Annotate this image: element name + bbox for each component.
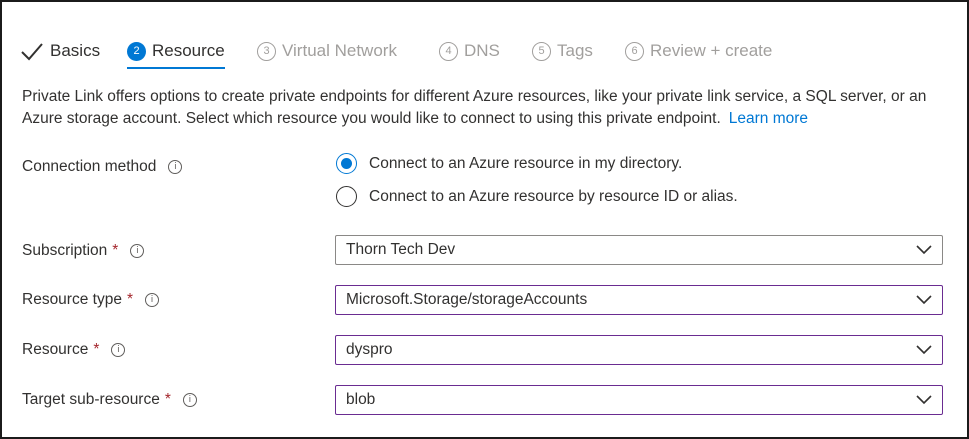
step-number-badge: 6 [625,41,644,61]
resource-value: dyspro [346,341,393,358]
tab-review-create[interactable]: 6 Review + create [625,34,772,68]
checkmark-icon [21,43,43,61]
step-number-badge: 4 [439,41,458,61]
tab-virtual-network-label: Virtual Network [282,41,397,60]
tab-resource-label: Resource [152,41,225,60]
step-number-badge: 2 [127,41,146,61]
radio-option-label: Connect to an Azure resource in my direc… [369,154,683,172]
description-text: Private Link offers options to create pr… [22,86,952,130]
tab-resource[interactable]: 2 Resource [127,34,225,68]
radio-option-resource-id[interactable]: Connect to an Azure resource by resource… [336,186,738,207]
chevron-down-icon [916,345,932,355]
step-number-badge: 3 [257,41,276,61]
learn-more-link[interactable]: Learn more [729,110,808,127]
radio-button-unchecked[interactable] [336,186,357,207]
subscription-label: Subscription * i [22,242,145,260]
subscription-label-text: Subscription [22,242,108,259]
required-marker: * [93,341,100,358]
info-icon[interactable]: i [111,343,126,357]
step-number-badge: 5 [532,41,551,61]
required-marker: * [126,291,133,308]
required-marker: * [164,391,171,408]
target-sub-resource-select[interactable]: blob [335,385,943,415]
resource-select[interactable]: dyspro [335,335,943,365]
resource-type-value: Microsoft.Storage/storageAccounts [346,291,588,308]
required-marker: * [112,242,119,259]
resource-type-label-text: Resource type [22,291,122,308]
info-icon[interactable]: i [130,244,145,258]
subscription-value: Thorn Tech Dev [346,241,456,258]
tab-virtual-network[interactable]: 3 Virtual Network [257,34,397,68]
info-icon[interactable]: i [145,293,159,307]
tab-basics-label: Basics [50,41,101,60]
resource-label: Resource * i [22,341,126,359]
connection-method-label-text: Connection method [22,158,157,175]
info-icon[interactable]: i [182,393,197,407]
radio-button-checked[interactable] [336,153,357,174]
window-frame: Basics 2 Resource 3 Virtual Network 4 DN… [0,0,969,439]
active-tab-indicator [127,67,225,69]
tab-tags[interactable]: 5 Tags [532,34,593,68]
resource-label-text: Resource [22,341,89,358]
target-sub-resource-label: Target sub-resource * i [22,391,197,409]
tab-dns[interactable]: 4 DNS [439,34,500,68]
subscription-select[interactable]: Thorn Tech Dev [335,235,943,265]
target-sub-resource-value: blob [346,391,376,408]
tab-tags-label: Tags [557,41,593,60]
wizard-tabs: Basics 2 Resource 3 Virtual Network 4 DN… [20,30,960,70]
info-icon[interactable]: i [168,160,183,174]
target-sub-resource-label-text: Target sub-resource [22,391,160,408]
tab-basics[interactable]: Basics [20,34,100,68]
tab-review-create-label: Review + create [650,41,773,60]
chevron-down-icon [916,245,932,255]
radio-option-label: Connect to an Azure resource by resource… [369,187,738,205]
chevron-down-icon [916,395,932,405]
resource-type-label: Resource type * i [22,291,159,309]
connection-method-label: Connection method i [22,158,183,176]
tab-dns-label: DNS [464,41,500,60]
chevron-down-icon [916,295,932,305]
radio-option-my-directory[interactable]: Connect to an Azure resource in my direc… [336,153,682,174]
resource-type-select[interactable]: Microsoft.Storage/storageAccounts [335,285,943,315]
